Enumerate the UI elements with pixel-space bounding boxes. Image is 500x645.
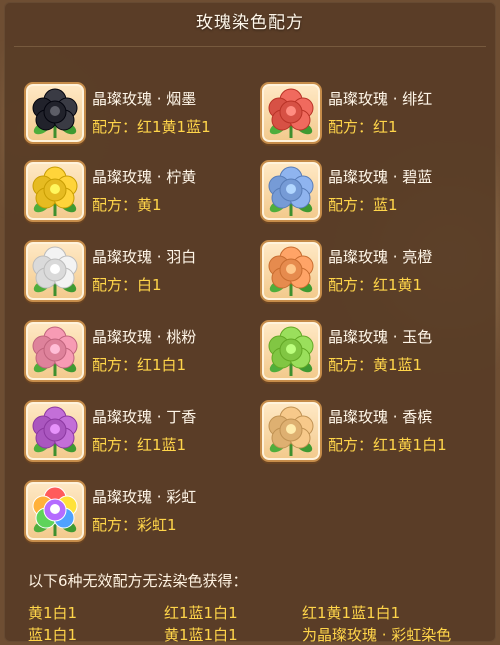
- recipe-card[interactable]: 晶璨玫瑰 · 桃粉 配方：红1白1: [4, 320, 224, 386]
- recipe-card[interactable]: 晶璨玫瑰 · 烟墨 配方：红1黄1蓝1: [4, 82, 224, 148]
- rose-name: 晶璨玫瑰 · 香槟: [328, 408, 433, 426]
- recipe-card[interactable]: 晶璨玫瑰 · 彩虹 配方：彩虹1: [4, 480, 224, 546]
- recipe-card[interactable]: 晶璨玫瑰 · 绯红 配方：红1: [240, 82, 460, 148]
- rose-name: 晶璨玫瑰 · 羽白: [92, 248, 197, 266]
- rose-recipe: 配方：白1: [92, 276, 162, 294]
- rose-name: 晶璨玫瑰 · 丁香: [92, 408, 197, 426]
- page-title: 玫瑰染色配方: [196, 13, 304, 33]
- rose-recipe: 配方：黄1蓝1: [328, 356, 423, 374]
- rose-name: 晶璨玫瑰 · 烟墨: [92, 90, 197, 108]
- rose-recipe: 配方：黄1: [92, 196, 162, 214]
- rose-recipe: 配方：红1: [328, 118, 398, 136]
- rose-lilac-icon: [24, 400, 86, 462]
- rose-orange-icon: [260, 240, 322, 302]
- rose-crimson-icon: [260, 82, 322, 144]
- recipe-card[interactable]: 晶璨玫瑰 · 香槟 配方：红1黄1白1: [240, 400, 460, 466]
- rose-lemon-icon: [24, 160, 86, 222]
- recipe-card[interactable]: 晶璨玫瑰 · 亮橙 配方：红1黄1: [240, 240, 460, 306]
- rose-name: 晶璨玫瑰 · 柠黄: [92, 168, 197, 186]
- rose-name: 晶璨玫瑰 · 绯红: [328, 90, 433, 108]
- rose-recipe: 配方：彩虹1: [92, 516, 177, 534]
- rose-recipe: 配方：红1黄1蓝1: [92, 118, 211, 136]
- invalid-recipe: 黄1白1: [28, 604, 78, 622]
- rose-recipe: 配方：蓝1: [328, 196, 398, 214]
- invalid-recipe: 蓝1白1: [28, 626, 78, 644]
- recipe-card[interactable]: 晶璨玫瑰 · 柠黄 配方：黄1: [4, 160, 224, 226]
- rose-ink-icon: [24, 82, 86, 144]
- rose-recipe: 配方：红1黄1: [328, 276, 423, 294]
- recipe-card[interactable]: 晶璨玫瑰 · 丁香 配方：红1蓝1: [4, 400, 224, 466]
- rose-name: 晶璨玫瑰 · 玉色: [328, 328, 433, 346]
- rose-recipe: 配方：红1黄1白1: [328, 436, 447, 454]
- rose-name: 晶璨玫瑰 · 碧蓝: [328, 168, 433, 186]
- rose-peach-icon: [24, 320, 86, 382]
- rose-name: 晶璨玫瑰 · 桃粉: [92, 328, 197, 346]
- title-divider: [14, 46, 486, 47]
- rose-recipe: 配方：红1白1: [92, 356, 187, 374]
- invalid-recipe: 为晶璨玫瑰 · 彩虹染色: [302, 626, 452, 644]
- rose-jade-icon: [260, 320, 322, 382]
- rose-champagne-icon: [260, 400, 322, 462]
- rose-name: 晶璨玫瑰 · 彩虹: [92, 488, 197, 506]
- invalid-note: 以下6种无效配方无法染色获得：: [28, 572, 248, 590]
- recipe-card[interactable]: 晶璨玫瑰 · 玉色 配方：黄1蓝1: [240, 320, 460, 386]
- invalid-recipe: 红1蓝1白1: [164, 604, 238, 622]
- rose-recipe: 配方：红1蓝1: [92, 436, 187, 454]
- recipe-card[interactable]: 晶璨玫瑰 · 羽白 配方：白1: [4, 240, 224, 306]
- rose-name: 晶璨玫瑰 · 亮橙: [328, 248, 433, 266]
- rose-rainbow-icon: [24, 480, 86, 542]
- rose-azure-icon: [260, 160, 322, 222]
- invalid-recipe: 红1黄1蓝1白1: [302, 604, 401, 622]
- invalid-recipe: 黄1蓝1白1: [164, 626, 238, 644]
- rose-white-icon: [24, 240, 86, 302]
- recipe-card[interactable]: 晶璨玫瑰 · 碧蓝 配方：蓝1: [240, 160, 460, 226]
